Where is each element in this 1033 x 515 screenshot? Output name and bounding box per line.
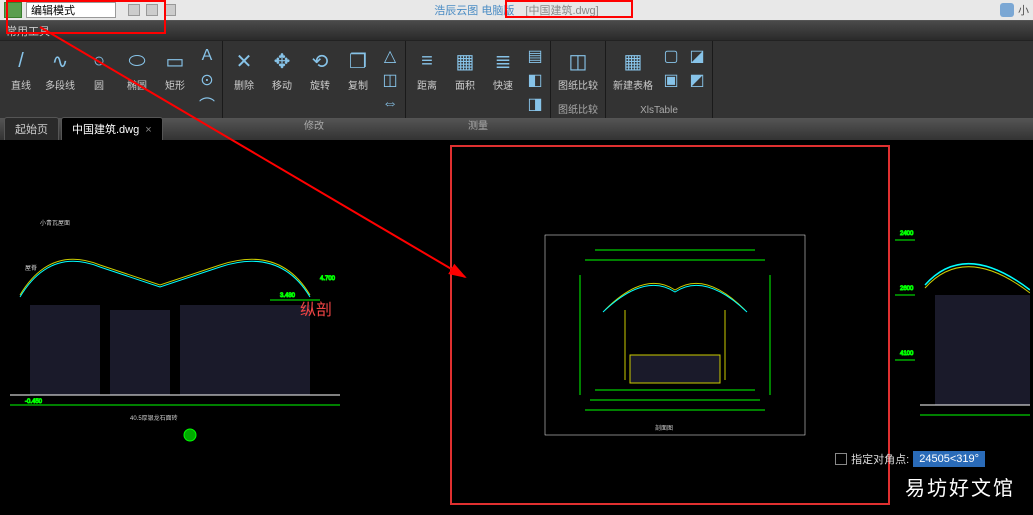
svg-text:小青瓦屋面: 小青瓦屋面 — [40, 219, 70, 227]
coord-value[interactable]: 24505<319° — [913, 451, 985, 467]
distance-icon: ≡ — [413, 47, 441, 75]
tool-line[interactable]: /直线 — [4, 45, 38, 94]
tool-circle[interactable]: ○圆 — [82, 45, 116, 94]
close-icon[interactable]: × — [145, 124, 151, 136]
mode-selector[interactable] — [26, 2, 116, 18]
selection-rectangle — [450, 145, 890, 505]
group-label-compare: 图纸比较 — [555, 99, 601, 118]
drawing-left-elevation: 小青瓦屋面 屋脊 3.480 4.700 -0.450 40.5厚银龙石面砖 纵… — [10, 195, 340, 445]
point-icon[interactable]: ⊙ — [196, 69, 218, 91]
text-icon[interactable]: A — [196, 45, 218, 67]
ellipse-icon: ⬭ — [123, 47, 151, 75]
tool-distance[interactable]: ≡距离 — [410, 45, 444, 94]
compare-icon: ◫ — [564, 47, 592, 75]
svg-text:-0.450: -0.450 — [25, 399, 43, 405]
rotate-icon: ⟲ — [306, 47, 334, 75]
coordinate-input: 指定对角点: 24505<319° — [835, 451, 985, 467]
xt-icon-2[interactable]: ▣ — [660, 69, 682, 91]
menu-tools[interactable]: 常用工具 — [6, 23, 50, 39]
ribbon-group-draw: /直线 ∿多段线 ○圆 ⬭椭圆 ▭矩形 A⊙⌒ 绘图 — [0, 41, 223, 118]
svg-text:4.700: 4.700 — [320, 276, 336, 282]
svg-text:3.480: 3.480 — [280, 293, 296, 299]
table-icon: ▦ — [619, 47, 647, 75]
group-label-modify: 修改 — [227, 115, 401, 134]
tab-document[interactable]: 中国建筑.dwg× — [61, 117, 163, 140]
group-label-measure: 测量 — [410, 115, 546, 134]
ribbon-group-modify: ✕删除 ✥移动 ⟲旋转 ❐复制 △◫⇔ 修改 — [223, 41, 406, 118]
document-name: [中国建筑.dwg] — [525, 5, 598, 17]
arc-icon[interactable]: ⌒ — [196, 93, 218, 115]
svg-text:40.5厚银龙石面砖: 40.5厚银龙石面砖 — [130, 414, 178, 422]
tool-compare[interactable]: ◫图纸比较 — [555, 45, 601, 94]
quick-icon: ≣ — [489, 47, 517, 75]
tool-move[interactable]: ✥移动 — [265, 45, 299, 94]
tool-rectangle[interactable]: ▭矩形 — [158, 45, 192, 94]
coord-label: 指定对角点: — [851, 451, 909, 467]
tool-polyline[interactable]: ∿多段线 — [42, 45, 78, 94]
stretch-icon[interactable]: ⇔ — [379, 93, 401, 115]
ribbon-group-compare: ◫图纸比较 图纸比较 — [551, 41, 606, 118]
tool-area[interactable]: ▦面积 — [448, 45, 482, 94]
app-name: 浩辰云图 电脑版 — [434, 5, 514, 17]
drawing-right-elevation: 2400 2600 4100 — [895, 200, 1030, 460]
xt-icon-1[interactable]: ▢ — [660, 45, 682, 67]
ribbon-group-xlstable: ▦新建表格 ▢▣ ◪◩ XlsTable — [606, 41, 713, 118]
tool-delete[interactable]: ✕删除 — [227, 45, 261, 94]
meas-icon-1[interactable]: ▤ — [524, 45, 546, 67]
move-icon: ✥ — [268, 47, 296, 75]
tool-newtable[interactable]: ▦新建表格 — [610, 45, 656, 94]
tool-quick[interactable]: ≣快速 — [486, 45, 520, 94]
svg-text:纵剖: 纵剖 — [300, 301, 332, 319]
svg-text:2600: 2600 — [900, 286, 914, 292]
ribbon-toolbar: /直线 ∿多段线 ○圆 ⬭椭圆 ▭矩形 A⊙⌒ 绘图 ✕删除 ✥移动 ⟲旋转 ❐… — [0, 40, 1033, 118]
svg-text:2400: 2400 — [900, 231, 914, 237]
polyline-icon: ∿ — [46, 47, 74, 75]
area-icon: ▦ — [451, 47, 479, 75]
rectangle-icon: ▭ — [161, 47, 189, 75]
tool-copy[interactable]: ❐复制 — [341, 45, 375, 94]
copy-icon: ❐ — [344, 47, 372, 75]
xt-icon-3[interactable]: ◪ — [686, 45, 708, 67]
xt-icon-4[interactable]: ◩ — [686, 69, 708, 91]
tool-rotate[interactable]: ⟲旋转 — [303, 45, 337, 94]
meas-icon-3[interactable]: ◨ — [524, 93, 546, 115]
svg-text:屋脊: 屋脊 — [25, 264, 37, 272]
group-label-xlstable: XlsTable — [610, 103, 708, 118]
delete-icon: ✕ — [230, 47, 258, 75]
watermark: 易坊好文馆 — [905, 472, 1015, 501]
line-icon: / — [7, 47, 35, 75]
qa-icon-3[interactable] — [164, 4, 176, 16]
circle-icon: ○ — [85, 47, 113, 75]
offset-icon[interactable]: ◫ — [379, 69, 401, 91]
menu-bar: 常用工具 — [0, 20, 1033, 40]
mirror-icon[interactable]: △ — [379, 45, 401, 67]
svg-text:4100: 4100 — [900, 351, 914, 357]
tab-start[interactable]: 起始页 — [4, 117, 59, 140]
app-title: 浩辰云图 电脑版 [中国建筑.dwg] — [434, 2, 598, 18]
qa-icon-1[interactable] — [128, 4, 140, 16]
title-bar: 浩辰云图 电脑版 [中国建筑.dwg] 小 — [0, 0, 1033, 20]
coord-toggle-icon[interactable] — [835, 453, 847, 465]
user-area[interactable]: 小 — [1000, 2, 1029, 18]
app-logo-icon — [4, 2, 22, 18]
tool-ellipse[interactable]: ⬭椭圆 — [120, 45, 154, 94]
ribbon-group-measure: ≡距离 ▦面积 ≣快速 ▤◧◨ 测量 — [406, 41, 551, 118]
meas-icon-2[interactable]: ◧ — [524, 69, 546, 91]
drawing-canvas[interactable]: 小青瓦屋面 屋脊 3.480 4.700 -0.450 40.5厚银龙石面砖 纵… — [0, 140, 1033, 515]
qa-icon-2[interactable] — [146, 4, 158, 16]
quick-access — [128, 4, 176, 16]
user-name: 小 — [1018, 2, 1029, 18]
user-avatar-icon — [1000, 3, 1014, 17]
